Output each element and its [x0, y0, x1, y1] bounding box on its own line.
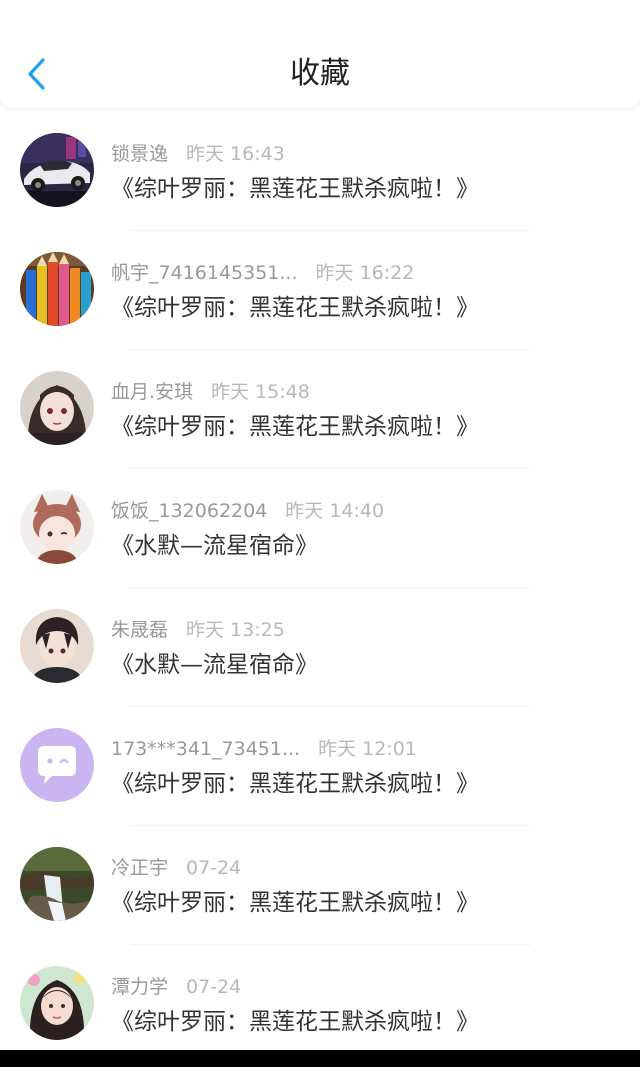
list-item[interactable]: 173***341_73451... 昨天 12:01 《综叶罗丽：黑莲花王默杀疯… — [0, 707, 640, 826]
username: 173***341_73451... — [111, 738, 301, 760]
timestamp: 07-24 — [186, 976, 242, 998]
item-meta: 173***341_73451... 昨天 12:01 — [111, 735, 417, 763]
item-meta: 锁景逸 昨天 16:43 — [111, 140, 285, 168]
item-meta: 潭力学 07-24 — [111, 973, 241, 1001]
username: 朱晟磊 — [111, 619, 169, 641]
favorites-screen: 收藏 锁景逸 昨天 16:43 《综叶罗丽：黑莲花王默杀疯啦！》 帆宇_7416… — [0, 0, 640, 1067]
waterfall-avatar-icon[interactable] — [20, 847, 94, 921]
book-title[interactable]: 《综叶罗丽：黑莲花王默杀疯啦！》 — [111, 886, 479, 920]
sports-car-avatar-icon[interactable] — [20, 133, 94, 207]
timestamp: 昨天 16:43 — [186, 143, 285, 165]
book-title[interactable]: 《综叶罗丽：黑莲花王默杀疯啦！》 — [111, 767, 479, 801]
username: 潭力学 — [111, 976, 169, 998]
chat-bubble-avatar-icon[interactable] — [20, 728, 94, 802]
timestamp: 昨天 13:25 — [186, 619, 285, 641]
item-meta: 朱晟磊 昨天 13:25 — [111, 616, 285, 644]
username: 锁景逸 — [111, 143, 169, 165]
list-item[interactable]: 血月.安琪 昨天 15:48 《综叶罗丽：黑莲花王默杀疯啦！》 — [0, 350, 640, 469]
system-navigation-bar — [0, 1050, 640, 1067]
timestamp: 昨天 15:48 — [211, 381, 310, 403]
timestamp: 昨天 14:40 — [285, 500, 385, 522]
username: 冷正宇 — [111, 857, 169, 879]
list-item[interactable]: 饭饭_132062204 昨天 14:40 《水默—流星宿命》 — [0, 469, 640, 588]
book-title[interactable]: 《综叶罗丽：黑莲花王默杀疯啦！》 — [111, 172, 479, 206]
username: 血月.安琪 — [111, 381, 194, 403]
list-item[interactable]: 帆宇_7416145351... 昨天 16:22 《综叶罗丽：黑莲花王默杀疯啦！… — [0, 231, 640, 350]
timestamp: 昨天 16:22 — [315, 262, 415, 284]
item-meta: 饭饭_132062204 昨天 14:40 — [111, 497, 384, 525]
top-nav-bar: 收藏 — [0, 0, 640, 108]
book-title[interactable]: 《水默—流星宿命》 — [111, 648, 318, 682]
list-item[interactable]: 锁景逸 昨天 16:43 《综叶罗丽：黑莲花王默杀疯啦！》 — [0, 112, 640, 231]
book-title[interactable]: 《综叶罗丽：黑莲花王默杀疯啦！》 — [111, 1005, 479, 1039]
timestamp: 07-24 — [186, 857, 242, 879]
girl-photo-avatar-icon[interactable] — [20, 966, 94, 1040]
anime-girl-avatar-icon[interactable] — [20, 371, 94, 445]
username: 帆宇_7416145351... — [111, 262, 298, 284]
page-title: 收藏 — [290, 56, 350, 91]
colored-pencils-avatar-icon[interactable] — [20, 252, 94, 326]
item-meta: 帆宇_7416145351... 昨天 16:22 — [111, 259, 414, 287]
item-meta: 冷正宇 07-24 — [111, 854, 241, 882]
list-item[interactable]: 朱晟磊 昨天 13:25 《水默—流星宿命》 — [0, 588, 640, 707]
anime-boy-avatar-icon[interactable] — [20, 609, 94, 683]
book-title[interactable]: 《水默—流星宿命》 — [111, 529, 318, 563]
username: 饭饭_132062204 — [111, 500, 268, 522]
cat-ear-chibi-avatar-icon[interactable] — [20, 490, 94, 564]
item-meta: 血月.安琪 昨天 15:48 — [111, 378, 310, 406]
book-title[interactable]: 《综叶罗丽：黑莲花王默杀疯啦！》 — [111, 291, 479, 325]
list-item[interactable]: 冷正宇 07-24 《综叶罗丽：黑莲花王默杀疯啦！》 — [0, 826, 640, 945]
book-title[interactable]: 《综叶罗丽：黑莲花王默杀疯啦！》 — [111, 410, 479, 444]
list-item[interactable]: 潭力学 07-24 《综叶罗丽：黑莲花王默杀疯啦！》 — [0, 945, 640, 1064]
timestamp: 昨天 12:01 — [318, 738, 417, 760]
favorites-list: 锁景逸 昨天 16:43 《综叶罗丽：黑莲花王默杀疯啦！》 帆宇_7416145… — [0, 112, 640, 1064]
